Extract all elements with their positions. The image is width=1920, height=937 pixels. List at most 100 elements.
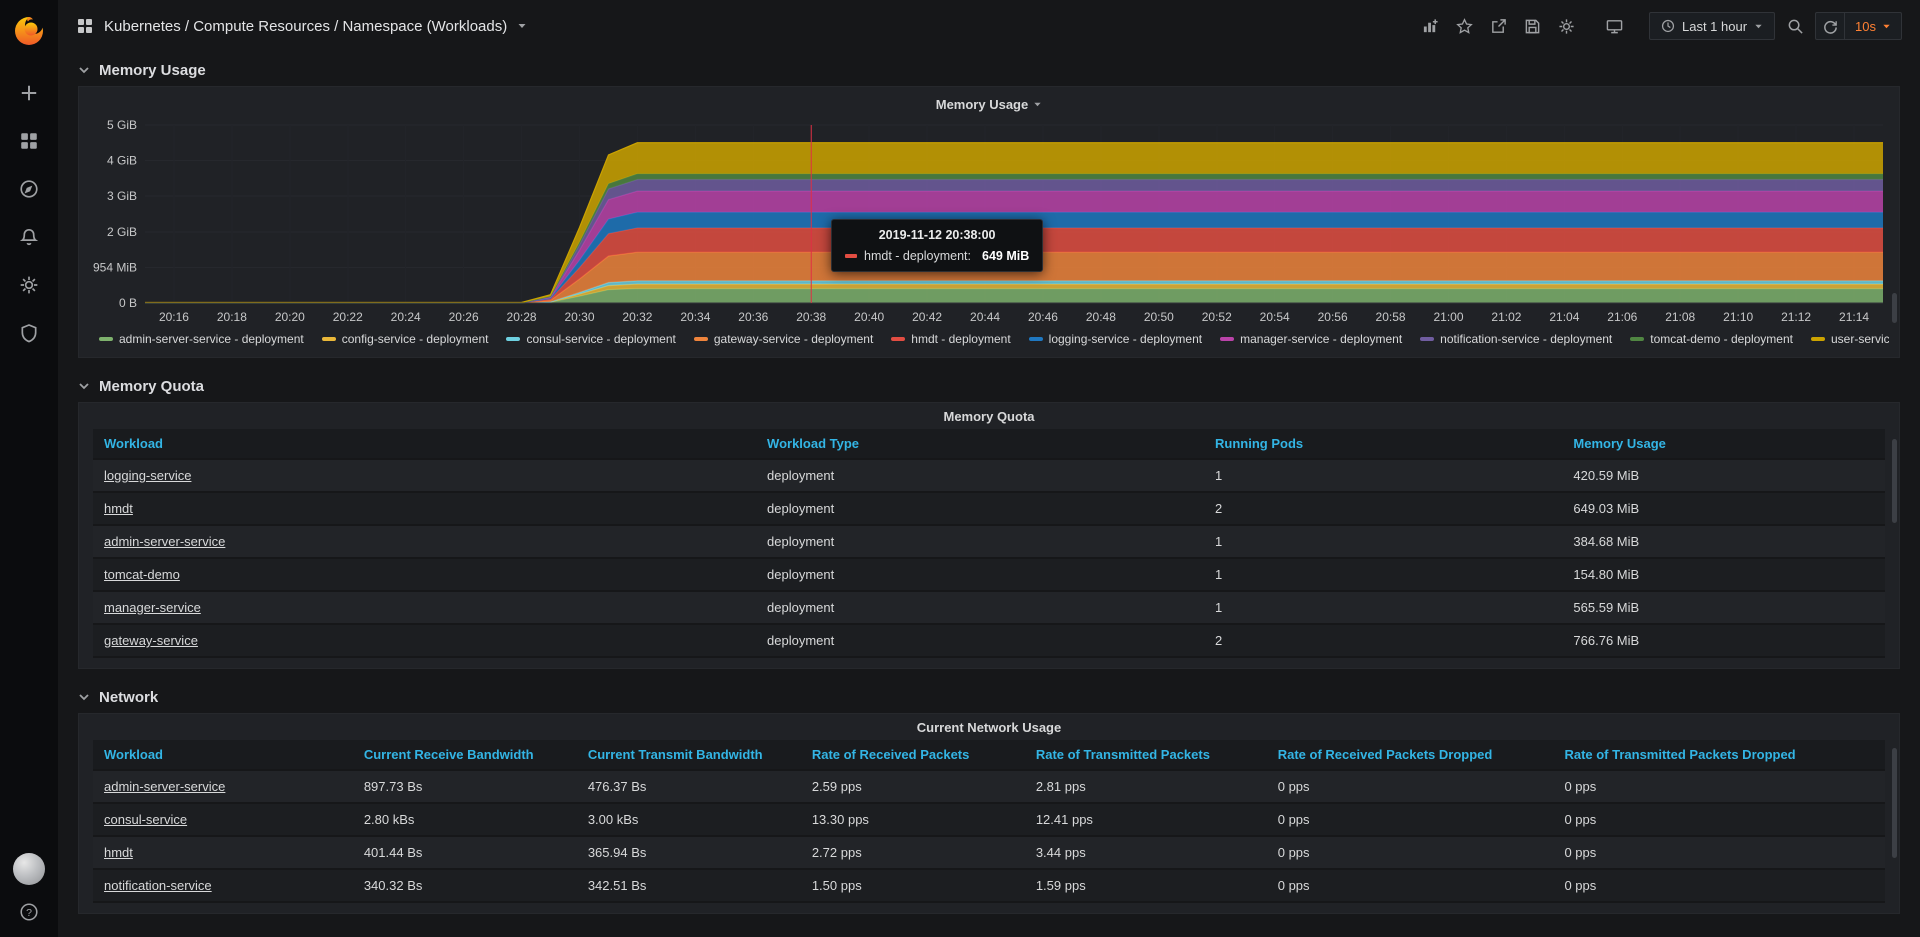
save-button[interactable] [1519, 13, 1547, 39]
table-cell: 401.44 Bs [353, 836, 577, 869]
star-button[interactable] [1451, 13, 1479, 39]
server-admin-icon[interactable] [18, 322, 40, 344]
column-header[interactable]: Workload Type [756, 429, 1204, 459]
panel-title-text: Memory Usage [936, 97, 1028, 112]
refresh-interval-picker[interactable]: 10s [1844, 13, 1901, 39]
panel-scrollbar[interactable] [1892, 293, 1897, 323]
legend-item[interactable]: hmdt - deployment [891, 332, 1010, 346]
workload-link[interactable]: hmdt [104, 501, 133, 516]
grafana-logo-icon[interactable] [11, 12, 47, 48]
legend-label: manager-service - deployment [1240, 332, 1402, 346]
table-cell: 0 pps [1267, 836, 1554, 869]
workload-link[interactable]: consul-service [104, 812, 187, 827]
column-header[interactable]: Workload [93, 429, 756, 459]
refresh-button[interactable] [1816, 13, 1844, 39]
legend-label: user-service - deployment [1831, 332, 1889, 346]
legend-swatch-icon [891, 337, 905, 341]
legend-label: consul-service - deployment [526, 332, 675, 346]
panel-title-text: Memory Quota [943, 409, 1034, 424]
svg-text:20:48: 20:48 [1086, 310, 1116, 324]
section-network[interactable]: Network [78, 681, 1900, 713]
workload-link[interactable]: tomcat-demo [104, 567, 180, 582]
legend-item[interactable]: manager-service - deployment [1220, 332, 1402, 346]
svg-text:20:44: 20:44 [970, 310, 1000, 324]
workload-link[interactable]: hmdt [104, 845, 133, 860]
workload-cell: tomcat-demo [93, 558, 756, 591]
tooltip-timestamp: 2019-11-12 20:38:00 [845, 228, 1029, 242]
table-row: manager-servicedeployment1565.59 MiB [93, 591, 1885, 624]
time-range-label: Last 1 hour [1682, 19, 1747, 34]
table-cell: 0 pps [1553, 869, 1885, 902]
column-header[interactable]: Rate of Received Packets [801, 740, 1025, 770]
table-cell: 340.32 Bs [353, 869, 577, 902]
column-header[interactable]: Memory Usage [1562, 429, 1885, 459]
table-cell: 154.80 MiB [1562, 558, 1885, 591]
column-header[interactable]: Running Pods [1204, 429, 1562, 459]
sidebar-menu [18, 82, 40, 344]
panel-menu-caret-icon [1033, 100, 1042, 109]
section-memory-quota[interactable]: Memory Quota [78, 370, 1900, 402]
svg-text:20:54: 20:54 [1260, 310, 1290, 324]
table-cell: 384.68 MiB [1562, 525, 1885, 558]
configuration-icon[interactable] [18, 274, 40, 296]
dashboard-settings-button[interactable] [1553, 13, 1581, 39]
share-button[interactable] [1485, 13, 1513, 39]
add-panel-button[interactable] [1417, 13, 1445, 39]
help-icon[interactable]: ? [18, 901, 40, 923]
app-root: ? Kubernetes / Compute Resources / Names… [0, 0, 1920, 937]
cycle-view-mode-button[interactable] [1601, 13, 1629, 39]
panel-title-memory-usage[interactable]: Memory Usage [89, 91, 1889, 117]
legend-item[interactable]: tomcat-demo - deployment [1630, 332, 1793, 346]
legend-item[interactable]: config-service - deployment [322, 332, 489, 346]
legend-item[interactable]: notification-service - deployment [1420, 332, 1612, 346]
dashboard-title-caret-icon[interactable] [517, 21, 527, 31]
column-header[interactable]: Rate of Transmitted Packets [1025, 740, 1267, 770]
table-cell: 649.03 MiB [1562, 492, 1885, 525]
panel-title-network-usage[interactable]: Current Network Usage [79, 714, 1899, 740]
legend-swatch-icon [322, 337, 336, 341]
column-header[interactable]: Current Transmit Bandwidth [577, 740, 801, 770]
tooltip-series-swatch-icon [845, 254, 857, 258]
panel-scrollbar[interactable] [1892, 748, 1897, 858]
legend-item[interactable]: user-service - deployment [1811, 332, 1889, 346]
column-header[interactable]: Rate of Received Packets Dropped [1267, 740, 1554, 770]
workload-link[interactable]: manager-service [104, 600, 201, 615]
panel-scrollbar[interactable] [1892, 439, 1897, 523]
chart-area[interactable]: 0 B954 MiB2 GiB3 GiB4 GiB5 GiB20:1620:18… [89, 117, 1889, 329]
dashboard-grid-icon[interactable] [76, 17, 94, 35]
workload-link[interactable]: gateway-service [104, 633, 198, 648]
column-header[interactable]: Workload [93, 740, 353, 770]
create-icon[interactable] [18, 82, 40, 104]
table-cell: 2.59 pps [801, 770, 1025, 803]
table-cell: 1.50 pps [801, 869, 1025, 902]
column-header[interactable]: Rate of Transmitted Packets Dropped [1553, 740, 1885, 770]
svg-text:20:32: 20:32 [622, 310, 652, 324]
svg-text:20:56: 20:56 [1318, 310, 1348, 324]
table-cell: 0 pps [1267, 803, 1554, 836]
time-range-picker[interactable]: Last 1 hour [1649, 12, 1775, 40]
panel-title-memory-quota[interactable]: Memory Quota [79, 403, 1899, 429]
dashboard-title[interactable]: Kubernetes / Compute Resources / Namespa… [104, 18, 507, 35]
column-header[interactable]: Current Receive Bandwidth [353, 740, 577, 770]
alerting-icon[interactable] [18, 226, 40, 248]
svg-text:20:28: 20:28 [507, 310, 537, 324]
svg-text:3 GiB: 3 GiB [107, 189, 137, 203]
workload-link[interactable]: admin-server-service [104, 534, 225, 549]
legend-item[interactable]: logging-service - deployment [1029, 332, 1202, 346]
workload-link[interactable]: admin-server-service [104, 779, 225, 794]
legend-item[interactable]: consul-service - deployment [506, 332, 675, 346]
zoom-out-button[interactable] [1781, 13, 1809, 39]
user-avatar[interactable] [13, 853, 45, 885]
legend-item[interactable]: gateway-service - deployment [694, 332, 873, 346]
explore-icon[interactable] [18, 178, 40, 200]
table-cell: 1.59 pps [1025, 869, 1267, 902]
workload-link[interactable]: logging-service [104, 468, 191, 483]
dashboards-icon[interactable] [18, 130, 40, 152]
workload-link[interactable]: notification-service [104, 878, 212, 893]
svg-text:20:24: 20:24 [391, 310, 421, 324]
svg-text:20:22: 20:22 [333, 310, 363, 324]
svg-text:21:02: 21:02 [1491, 310, 1521, 324]
svg-text:20:36: 20:36 [738, 310, 768, 324]
section-memory-usage[interactable]: Memory Usage [78, 54, 1900, 86]
legend-item[interactable]: admin-server-service - deployment [99, 332, 304, 346]
